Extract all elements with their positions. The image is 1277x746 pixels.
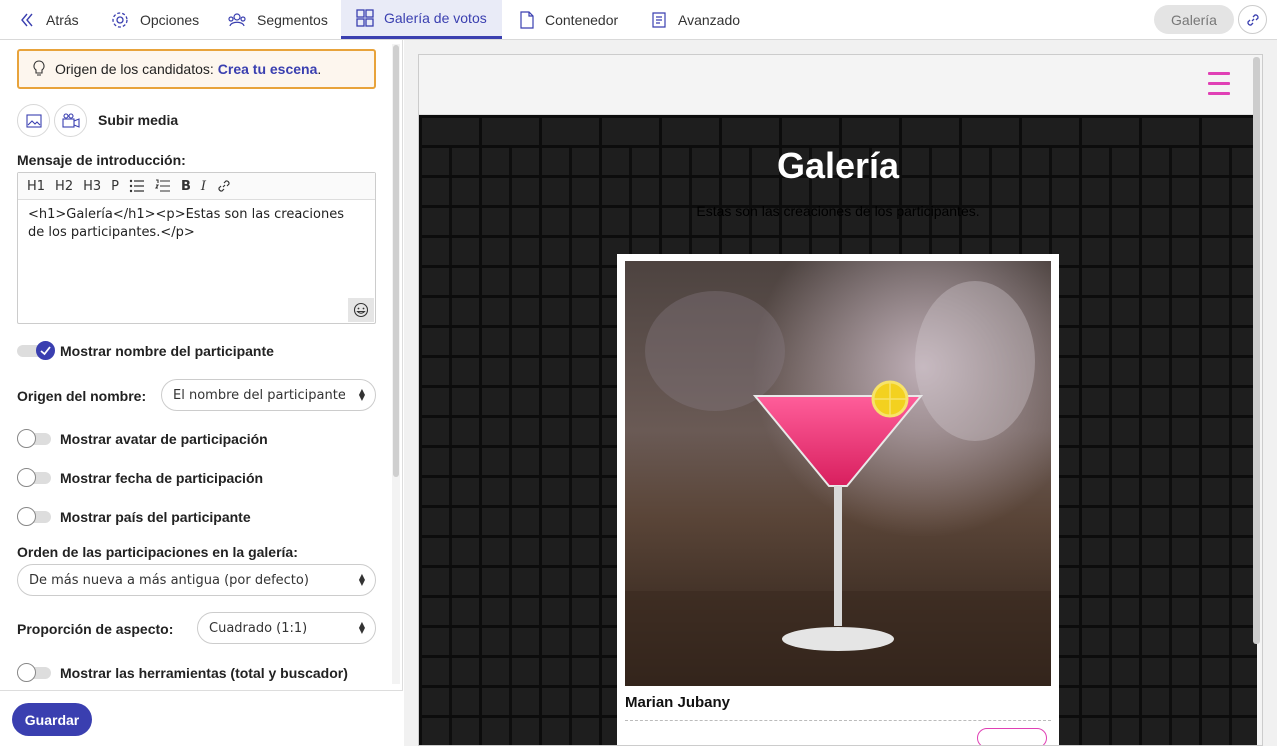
- tab-options[interactable]: Opciones: [110, 0, 210, 39]
- select-arrows-icon: ▲ ▼: [358, 620, 365, 635]
- show-country-toggle[interactable]: [17, 507, 51, 526]
- name-origin-label: Origen del nombre:: [17, 388, 147, 404]
- name-origin-select[interactable]: El nombre del participante (por defecto)…: [161, 379, 376, 411]
- toggle-knob: [17, 429, 36, 448]
- paragraph-button[interactable]: P: [111, 179, 119, 194]
- editor-toolbar: H1 H2 H3 P B I: [18, 173, 375, 200]
- aspect-ratio-label: Proporción de aspecto:: [17, 621, 174, 637]
- candidates-origin-notice: Origen de los candidatos: Crea tu escena…: [17, 49, 376, 89]
- aspect-ratio-select[interactable]: Cuadrado (1:1) ▲ ▼: [197, 612, 376, 644]
- show-avatar-toggle[interactable]: [17, 429, 51, 448]
- script-icon: [652, 11, 666, 28]
- order-value: De más nueva a más antigua (por defecto): [29, 572, 309, 588]
- show-name-label: Mostrar nombre del participante: [60, 343, 274, 359]
- chevrons-left-icon: [21, 13, 33, 26]
- upload-video-button[interactable]: [54, 104, 87, 137]
- order-label: Orden de las participaciones en la galer…: [17, 544, 298, 560]
- tab-back-label: Atrás: [46, 11, 79, 28]
- name-origin-value: El nombre del participante (por defecto): [173, 387, 345, 403]
- show-date-label: Mostrar fecha de participación: [60, 470, 264, 486]
- image-icon: [25, 113, 42, 128]
- hamburger-menu-icon[interactable]: [1208, 72, 1230, 95]
- panel-footer: Guardar: [0, 690, 403, 746]
- tab-vote-gallery-label: Galería de votos: [384, 10, 487, 26]
- bullet-list-icon[interactable]: [129, 179, 145, 193]
- panel-scrollbar-thumb[interactable]: [393, 45, 399, 477]
- grid-icon: [356, 9, 374, 27]
- tab-advanced-label: Avanzado: [678, 11, 741, 28]
- lightbulb-icon: [33, 60, 45, 76]
- show-tools-toggle[interactable]: [17, 663, 51, 682]
- italic-button[interactable]: I: [201, 179, 206, 194]
- aspect-ratio-value: Cuadrado (1:1): [209, 620, 308, 636]
- toggle-knob: [17, 663, 36, 682]
- notice-suffix: .: [317, 61, 322, 77]
- link-icon[interactable]: [216, 178, 232, 194]
- smiley-icon: [353, 302, 369, 318]
- gallery-button[interactable]: Galería: [1154, 5, 1234, 34]
- preview-header: [419, 55, 1257, 115]
- tab-segments-label: Segmentos: [257, 11, 328, 28]
- users-icon: [228, 12, 246, 26]
- order-select[interactable]: De más nueva a más antigua (por defecto)…: [17, 564, 376, 596]
- tab-segments[interactable]: Segmentos: [227, 0, 337, 39]
- video-camera-icon: [61, 112, 80, 128]
- gallery-subtitle: Estas son las creaciones de los particip…: [696, 203, 980, 219]
- show-name-toggle[interactable]: [17, 341, 55, 360]
- gallery-title: Galería: [776, 145, 900, 186]
- gallery-preview-frame: Galería Estas son las creaciones de los …: [418, 54, 1263, 746]
- show-country-label: Mostrar país del participante: [60, 509, 251, 525]
- intro-message-label: Mensaje de introducción:: [17, 152, 186, 168]
- numbered-list-icon[interactable]: [154, 179, 171, 193]
- intro-message-textarea[interactable]: <h1>Galería</h1><p>Estas son las creacio…: [18, 200, 364, 248]
- toggle-knob: [17, 507, 36, 526]
- h2-button[interactable]: H2: [55, 179, 73, 194]
- tab-advanced[interactable]: Avanzado: [650, 0, 750, 39]
- vote-button[interactable]: [977, 728, 1047, 745]
- emoji-button[interactable]: [348, 298, 374, 322]
- tab-container[interactable]: Contenedor: [519, 0, 629, 39]
- show-tools-label: Mostrar las herramientas (total y buscad…: [60, 665, 348, 681]
- card-divider: [625, 720, 1051, 721]
- tab-vote-gallery[interactable]: Galería de votos: [341, 0, 502, 39]
- tab-back[interactable]: Atrás: [18, 0, 88, 39]
- top-navigation-bar: Atrás Opciones Segmentos Galería de voto…: [0, 0, 1277, 40]
- h1-button[interactable]: H1: [27, 179, 45, 194]
- select-arrows-icon: ▲ ▼: [358, 387, 365, 402]
- toggle-knob: [36, 341, 55, 360]
- h3-button[interactable]: H3: [83, 179, 101, 194]
- preview-area: Galería Estas son las creaciones de los …: [404, 40, 1277, 746]
- link-icon: [1246, 13, 1259, 26]
- upload-image-button[interactable]: [17, 104, 50, 137]
- bold-button[interactable]: B: [181, 179, 191, 194]
- save-button[interactable]: Guardar: [12, 703, 92, 736]
- show-date-toggle[interactable]: [17, 468, 51, 487]
- tab-container-label: Contenedor: [545, 11, 619, 28]
- notice-prefix: Origen de los candidatos:: [55, 61, 214, 77]
- intro-message-editor[interactable]: H1 H2 H3 P B I <h1>Galería</h1><p>Estas …: [17, 172, 376, 324]
- select-arrows-icon: ▲ ▼: [358, 572, 365, 587]
- document-icon: [520, 10, 534, 29]
- participant-name: Marian Jubany: [625, 694, 731, 711]
- link-button[interactable]: [1238, 5, 1267, 34]
- participation-card[interactable]: Marian Jubany: [617, 254, 1059, 745]
- tab-options-label: Opciones: [140, 11, 200, 28]
- create-scene-link[interactable]: Crea tu escena: [218, 61, 318, 77]
- gear-icon: [112, 11, 128, 28]
- toggle-knob: [17, 468, 36, 487]
- cocktail-photo[interactable]: [625, 261, 1051, 686]
- preview-scrollbar[interactable]: [1253, 57, 1260, 644]
- upload-media-label: Subir media: [98, 112, 179, 128]
- check-icon: [40, 346, 51, 356]
- settings-panel: Origen de los candidatos: Crea tu escena…: [0, 40, 403, 746]
- show-avatar-label: Mostrar avatar de participación: [60, 431, 268, 447]
